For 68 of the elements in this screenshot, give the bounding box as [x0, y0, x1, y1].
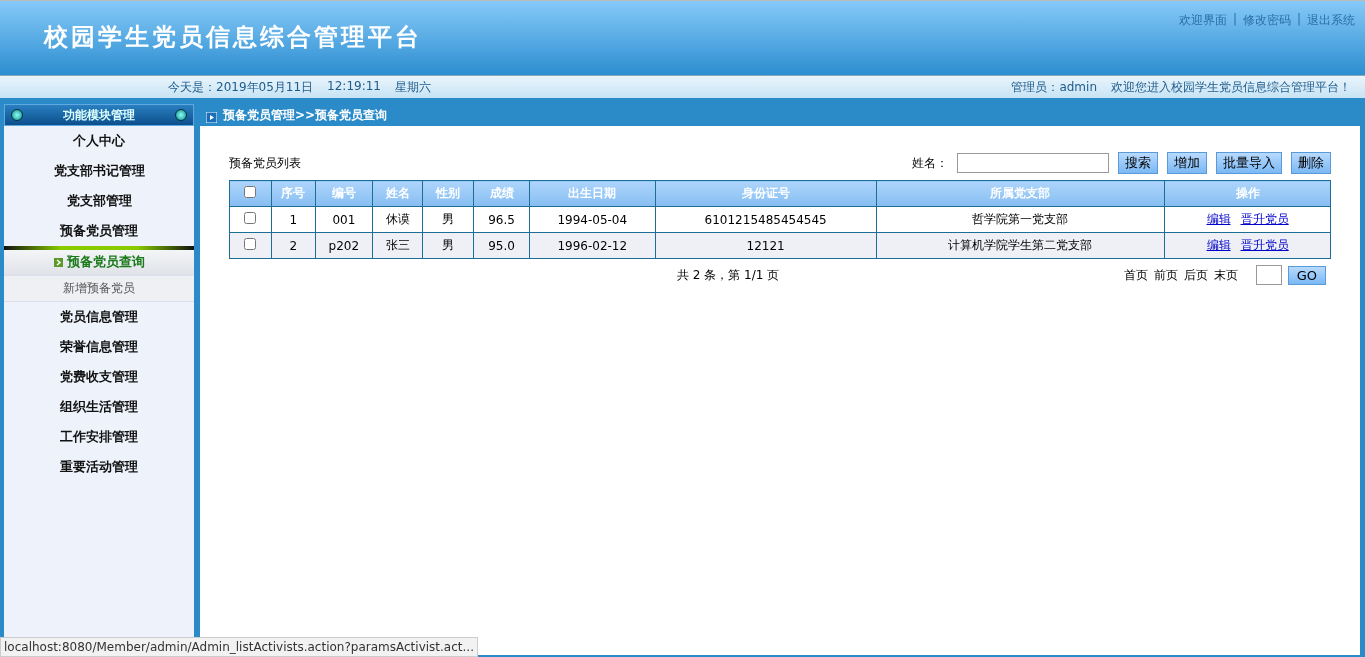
date-text: 今天是：2019年05月11日	[168, 78, 314, 96]
menu-item[interactable]: 党支部管理	[4, 186, 194, 216]
table-cell: 1996-02-12	[529, 232, 656, 259]
weekday-text: 星期六	[395, 78, 431, 96]
page-link[interactable]: 末页	[1213, 266, 1238, 284]
action-button[interactable]: 批量导入	[1216, 152, 1282, 174]
column-header: 姓名	[372, 180, 423, 207]
table-cell: 1994-05-04	[529, 206, 656, 233]
action-button[interactable]: 增加	[1167, 152, 1207, 174]
arrow-icon	[53, 258, 63, 267]
column-header: 所属党支部	[876, 180, 1165, 207]
table-cell: 1	[271, 206, 316, 233]
select-all-checkbox[interactable]	[244, 186, 257, 198]
menu-item[interactable]: 党费收支管理	[4, 362, 194, 392]
breadcrumb: 预备党员管理>>预备党员查询	[223, 106, 388, 124]
play-icon	[206, 111, 217, 123]
page-input[interactable]	[1255, 265, 1282, 285]
table-cell: 男	[422, 206, 474, 233]
admin-label: 管理员：admin	[1011, 78, 1097, 96]
column-header: 序号	[271, 180, 316, 207]
column-header: 性别	[422, 180, 474, 207]
page-link[interactable]: 后页	[1183, 266, 1208, 284]
status-url: localhost:8080/Member/admin/Admin_listActivists.action?paramsActivist.act...	[0, 637, 478, 657]
separator: |	[1232, 12, 1237, 28]
action-link[interactable]: 晋升党员	[1240, 237, 1289, 254]
table-cell: 休谟	[372, 206, 423, 233]
column-header: 编号	[315, 180, 373, 207]
page-link[interactable]: 前页	[1153, 266, 1178, 284]
table-cell: 计算机学院学生第二党支部	[876, 232, 1165, 259]
action-link[interactable]: 编辑	[1206, 211, 1231, 228]
menu-item[interactable]: 党员信息管理	[4, 302, 194, 332]
name-input[interactable]	[957, 153, 1109, 173]
table-cell: 6101215485454545	[655, 206, 877, 233]
column-header: 操作	[1164, 180, 1331, 207]
menu-item[interactable]: 个人中心	[4, 126, 194, 156]
page-link[interactable]: 首页	[1123, 266, 1148, 284]
table-cell: 001	[315, 206, 373, 233]
site-title: 校园学生党员信息综合管理平台	[44, 21, 422, 53]
go-button[interactable]: GO	[1287, 265, 1326, 285]
action-button[interactable]: 删除	[1291, 152, 1331, 174]
column-header: 成绩	[473, 180, 530, 207]
sidebar-title: 功能模块管理	[63, 106, 135, 124]
submenu-item[interactable]: 新增预备党员	[4, 276, 194, 302]
separator: |	[1296, 12, 1301, 28]
menu-item[interactable]: 工作安排管理	[4, 422, 194, 452]
action-button[interactable]: 搜索	[1118, 152, 1158, 174]
table-cell: 96.5	[473, 206, 530, 233]
page-summary: 共 2 条，第 1/1 页	[677, 266, 780, 284]
action-link[interactable]: 晋升党员	[1240, 211, 1289, 228]
knob-icon	[11, 109, 23, 121]
menu-item[interactable]: 预备党员管理	[4, 216, 194, 246]
table-cell: 12121	[655, 232, 877, 259]
name-label: 姓名：	[912, 154, 948, 172]
column-header: 身份证号	[655, 180, 877, 207]
menu-item[interactable]: 组织生活管理	[4, 392, 194, 422]
menu-item[interactable]: 重要活动管理	[4, 452, 194, 482]
row-checkbox[interactable]	[244, 238, 257, 250]
menu-item[interactable]: 荣誉信息管理	[4, 332, 194, 362]
knob-icon	[175, 109, 187, 121]
row-checkbox[interactable]	[244, 212, 257, 224]
list-title: 预备党员列表	[229, 154, 301, 172]
submenu-item[interactable]: 预备党员查询	[4, 250, 194, 276]
time-text: 12:19:11	[327, 78, 381, 95]
table-cell: 哲学院第一党支部	[876, 206, 1165, 233]
welcome-text: 欢迎您进入校园学生党员信息综合管理平台！	[1111, 78, 1351, 96]
column-header: 出生日期	[529, 180, 656, 207]
menu-item[interactable]: 党支部书记管理	[4, 156, 194, 186]
action-link[interactable]: 编辑	[1206, 237, 1231, 254]
